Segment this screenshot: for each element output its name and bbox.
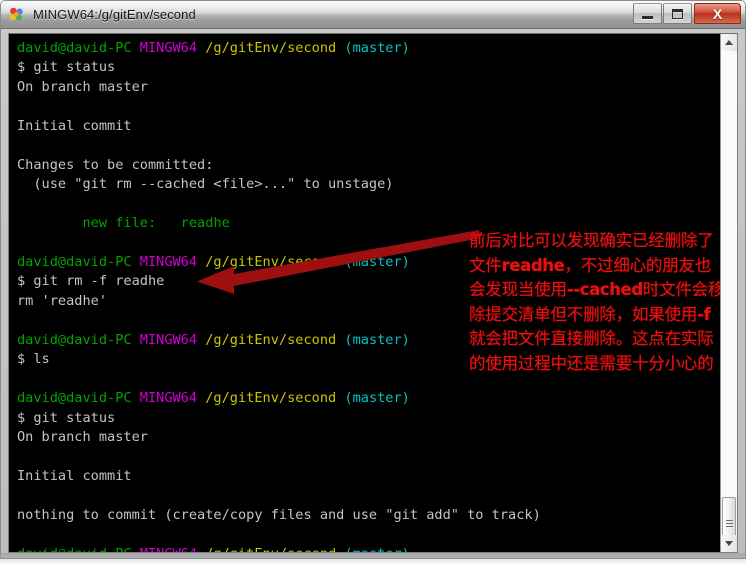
prompt-shell: MINGW64 [139,331,198,348]
annotation-line-6: 的使用过程中还是需要十分小心的 [469,353,714,373]
window-title: MINGW64:/g/gitEnv/second [33,7,196,22]
annotation-line-3c: 时文件会移 [642,280,720,300]
annotation-line-5: 就会把文件直接删除。这点在实际 [469,329,714,349]
terminal-screen[interactable]: david@david-PC MINGW64 /g/gitEnv/second … [9,34,720,552]
scroll-down-button[interactable] [721,535,737,552]
prompt-user-host: david@david-PC [17,40,132,56]
command-line-2: git rm -f readhe [33,273,165,290]
prompt-path: /g/gitEnv/second [205,40,337,56]
close-icon: X [712,5,723,22]
prompt-branch: (master) [344,331,410,348]
prompt-branch: (master) [344,40,410,56]
prompt-path: /g/gitEnv/second [205,331,337,348]
vertical-scrollbar[interactable] [720,34,737,552]
app-window: MINGW64:/g/gitEnv/second X david@david-P… [0,0,746,565]
scroll-up-button[interactable] [721,34,737,51]
terminal-output: david@david-PC MINGW64 /g/gitEnv/second … [17,39,541,552]
window-controls: X [632,3,741,24]
git-bash-icon [10,7,23,21]
minimize-icon [642,15,653,19]
output-line: Changes to be committed: [17,156,214,173]
prompt-shell: MINGW64 [139,253,198,270]
prompt-path: /g/gitEnv/second [205,390,337,407]
annotation-line-2a: 文件 [469,255,502,275]
command-line-4: git status [33,409,116,426]
maximize-icon [672,8,683,19]
output-line: On branch master [17,429,148,446]
output-line: Initial commit [17,467,132,484]
red-annotation-text: 前后对比可以发现确实已经删除了 文件readhe，不过细心的朋友也 会发现当使用… [469,229,720,377]
prompt-branch: (master) [344,546,409,552]
prompt-path: /g/gitEnv/second [205,253,337,270]
prompt-user-host: david@david-PC [17,546,132,552]
scrollbar-track[interactable] [721,51,737,497]
prompt-user-host: david@david-PC [17,253,132,270]
annotation-line-2c: ，不过细心的朋友也 [564,255,712,275]
output-line: nothing to commit (create/copy files and… [17,506,541,523]
window-bottom-shadow [0,553,746,565]
staged-file-line: new file: readhe [17,215,230,232]
minimize-button[interactable] [633,3,662,24]
prompt-sigil: $ [17,409,26,426]
prompt-user-host: david@david-PC [17,331,132,348]
client-area: david@david-PC MINGW64 /g/gitEnv/second … [8,33,738,553]
prompt-sigil: $ [17,273,26,290]
chevron-up-icon [725,40,733,45]
prompt-path: /g/gitEnv/second [205,546,336,552]
maximize-button[interactable] [663,3,692,24]
command-line-3: ls [33,351,50,368]
command-line-1: git status [33,59,116,76]
annotation-line-3b: --cached [566,280,643,300]
prompt-branch: (master) [344,390,410,407]
annotation-line-2b: readhe [501,255,565,275]
title-bar[interactable]: MINGW64:/g/gitEnv/second X [1,1,745,29]
prompt-sigil: $ [17,351,26,368]
annotation-line-4a: 除提交清单但不删除，如果使用 [469,304,698,324]
close-button[interactable]: X [694,3,741,24]
annotation-line-4b: -f [697,304,711,324]
output-line: rm 'readhe' [17,292,108,309]
prompt-branch: (master) [344,253,410,270]
annotation-line-1: 前后对比可以发现确实已经删除了 [469,231,714,250]
output-line: (use "git rm --cached <file>..." to unst… [17,176,394,193]
prompt-shell: MINGW64 [139,40,198,56]
scrollbar-grip-icon [726,520,733,529]
prompt-user-host: david@david-PC [17,390,132,407]
prompt-sigil: $ [17,59,26,76]
prompt-shell: MINGW64 [139,390,198,407]
chevron-down-icon [725,541,733,546]
output-line: On branch master [17,78,148,95]
prompt-shell: MINGW64 [140,546,197,552]
output-line: Initial commit [17,117,132,134]
annotation-line-3a: 会发现当使用 [469,280,567,300]
